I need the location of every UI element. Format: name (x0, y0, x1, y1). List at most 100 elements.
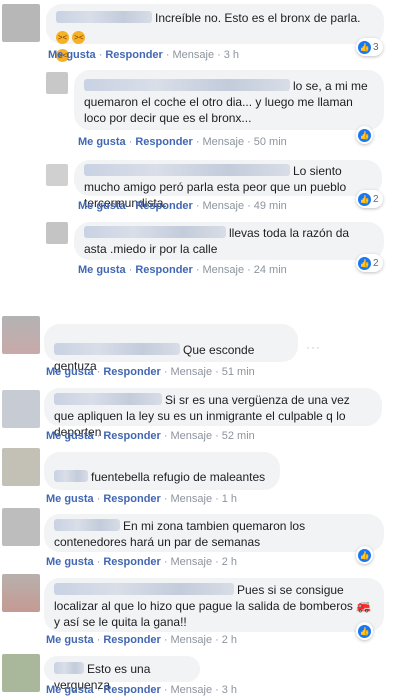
reaction-count[interactable]: 👍 2 (356, 254, 383, 272)
timestamp[interactable]: 50 min (254, 136, 287, 148)
message-link[interactable]: Mensaje (203, 264, 245, 276)
reply-link[interactable]: Responder (103, 430, 160, 442)
comment-actions: Me gusta · Responder · Mensaje · 24 min (78, 264, 287, 276)
comment-bubble: llevas toda la razón da asta .miedo ir p… (74, 222, 384, 260)
comment-actions: Me gusta · Responder · Mensaje · 51 min (46, 366, 255, 378)
reply-link[interactable]: Responder (103, 556, 160, 568)
avatar[interactable] (2, 4, 40, 42)
thumbs-up-icon: 👍 (358, 192, 371, 206)
message-link[interactable]: Mensaje (203, 200, 245, 212)
message-link[interactable]: Mensaje (171, 366, 213, 378)
like-link[interactable]: Me gusta (78, 264, 126, 276)
message-link[interactable]: Mensaje (171, 556, 213, 568)
timestamp[interactable]: 24 min (254, 264, 287, 276)
comment-actions: Me gusta · Responder · Mensaje · 3 h (48, 49, 240, 61)
reaction-count-label: 2 (373, 193, 379, 205)
like-link[interactable]: Me gusta (78, 200, 126, 212)
avatar[interactable] (46, 164, 68, 186)
commenter-name[interactable] (84, 226, 226, 238)
comment-bubble: fuentebella refugio de maleantes (44, 452, 280, 490)
reaction-count[interactable]: 👍 3 (356, 38, 383, 56)
comment-actions: Me gusta · Responder · Mensaje · 2 h (46, 634, 238, 646)
reaction-count-label: 3 (373, 41, 379, 53)
commenter-name[interactable] (54, 343, 180, 355)
reply-link[interactable]: Responder (135, 264, 192, 276)
comment-bubble: Que esconde gentuza (44, 324, 298, 373)
comment-bubble: Increíble no. Esto es el bronx de parla.… (46, 4, 384, 62)
commenter-name[interactable] (54, 519, 120, 531)
comment-bubble: En mi zona tambien quemaron los contened… (44, 514, 384, 552)
comment-bubble: Lo siento mucho amigo peró parla esta pe… (74, 160, 382, 210)
reply-link[interactable]: Responder (135, 200, 192, 212)
comment-actions: Me gusta · Responder · Mensaje · 1 h (46, 493, 238, 505)
avatar[interactable] (2, 316, 40, 354)
timestamp[interactable]: 49 min (254, 200, 287, 212)
comment-bubble: Esto es una verguenza (44, 656, 200, 692)
comment-bubble: Si sr es una vergüenza de una vez que ap… (44, 388, 382, 439)
commenter-name[interactable] (84, 79, 290, 91)
thumbs-up-icon: 👍 (358, 40, 371, 54)
avatar[interactable] (2, 390, 40, 428)
commenter-name[interactable] (54, 393, 162, 405)
avatar[interactable] (2, 508, 40, 546)
like-link[interactable]: Me gusta (48, 49, 96, 61)
comment-actions: Me gusta · Responder · Mensaje · 2 h (46, 556, 238, 568)
timestamp[interactable]: 1 h (222, 493, 237, 505)
timestamp[interactable]: 2 h (222, 634, 237, 646)
comment-actions: Me gusta · Responder · Mensaje · 49 min (78, 200, 287, 212)
avatar[interactable] (2, 448, 40, 486)
commenter-name[interactable] (54, 583, 234, 595)
angry-face-icon: >< (56, 31, 69, 44)
comment-text: fuentebella refugio de maleantes (91, 470, 266, 484)
avatar[interactable] (2, 574, 40, 612)
like-link[interactable]: Me gusta (78, 136, 126, 148)
reply-link[interactable]: Responder (103, 366, 160, 378)
thumbs-up-icon: 👍 (358, 624, 371, 638)
like-link[interactable]: Me gusta (46, 634, 94, 646)
like-link[interactable]: Me gusta (46, 493, 94, 505)
message-link[interactable]: Mensaje (171, 430, 213, 442)
message-link[interactable]: Mensaje (203, 136, 245, 148)
like-link[interactable]: Me gusta (46, 366, 94, 378)
angry-face-icon: >< (72, 31, 86, 44)
comment-actions: Me gusta · Responder · Mensaje · 50 min (78, 136, 287, 148)
reply-link[interactable]: Responder (103, 634, 160, 646)
like-link[interactable]: Me gusta (46, 556, 94, 568)
reply-link[interactable]: Responder (135, 136, 192, 148)
message-link[interactable]: Mensaje (171, 493, 213, 505)
comment-actions: Me gusta · Responder · Mensaje · 3 h (46, 684, 238, 696)
timestamp[interactable]: 51 min (222, 366, 255, 378)
timestamp[interactable]: 2 h (222, 556, 237, 568)
comment-text: Increíble no. Esto es el bronx de parla. (155, 11, 361, 25)
more-horizontal-icon[interactable]: ··· (306, 340, 321, 354)
like-link[interactable]: Me gusta (46, 684, 94, 696)
comment-bubble: lo se, a mi me quemaron el coche el otro… (74, 70, 384, 130)
avatar[interactable] (46, 72, 68, 94)
commenter-name[interactable] (56, 11, 152, 23)
reply-link[interactable]: Responder (103, 684, 160, 696)
timestamp[interactable]: 3 h (224, 49, 239, 61)
thumbs-up-icon: 👍 (358, 548, 371, 562)
comment-bubble: Pues si se consigue localizar al que lo … (44, 578, 384, 632)
commenter-name[interactable] (54, 662, 84, 674)
avatar[interactable] (2, 654, 40, 692)
timestamp[interactable]: 3 h (222, 684, 237, 696)
reaction-count[interactable]: 👍 2 (356, 190, 383, 208)
reply-link[interactable]: Responder (105, 49, 162, 61)
message-link[interactable]: Mensaje (171, 634, 213, 646)
commenter-name[interactable] (54, 470, 88, 482)
avatar[interactable] (46, 222, 68, 244)
thumbs-up-icon: 👍 (358, 256, 371, 270)
message-link[interactable]: Mensaje (173, 49, 215, 61)
reply-link[interactable]: Responder (103, 493, 160, 505)
thumbs-up-icon: 👍 (358, 128, 371, 142)
reaction-count[interactable]: 👍 (356, 622, 373, 640)
timestamp[interactable]: 52 min (222, 430, 255, 442)
commenter-name[interactable] (84, 164, 290, 176)
reaction-count-label: 2 (373, 257, 379, 269)
reaction-count[interactable]: 👍 (356, 126, 373, 144)
comment-actions: Me gusta · Responder · Mensaje · 52 min (46, 430, 255, 442)
reaction-count[interactable]: 👍 (356, 546, 373, 564)
like-link[interactable]: Me gusta (46, 430, 94, 442)
message-link[interactable]: Mensaje (171, 684, 213, 696)
